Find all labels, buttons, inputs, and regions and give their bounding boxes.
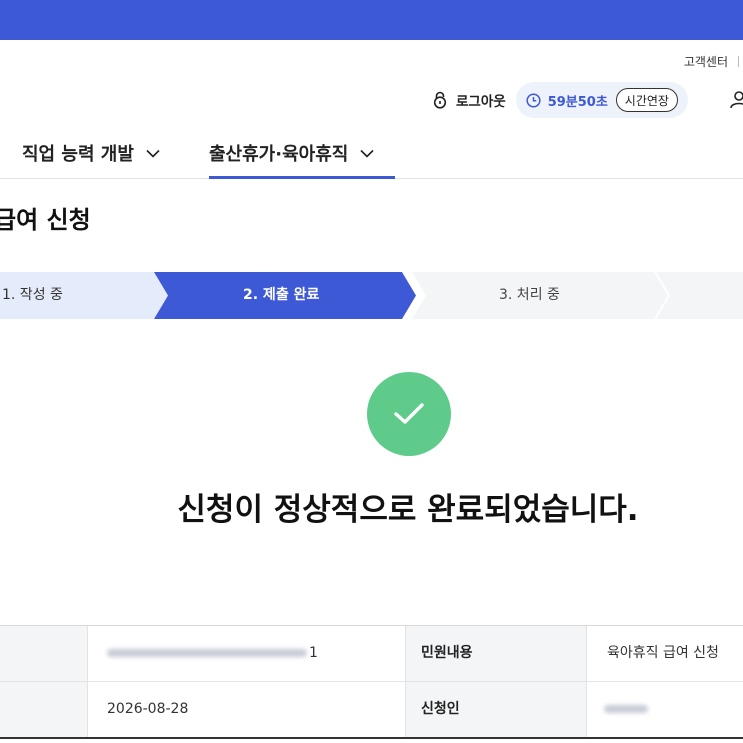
session-controls: 로그아웃 59분50초 시간연장 [432,82,688,118]
receipt-number-value: 1 [107,626,318,681]
step-1-label: 1. 작성 중 [2,287,63,303]
checkmark-icon [394,403,424,424]
table-row: 2026-08-28 신청인 [0,682,743,738]
applicant-header: 신청인 [421,701,460,717]
nav-item-job-skills[interactable]: 직업 능력 개발 [22,137,160,179]
row-header-cell [0,682,88,737]
receipt-suffix: 1 [309,645,318,661]
utility-divider [738,55,739,67]
progress-steps: 1. 작성 중 2. 제출 완료 3. 처리 중 [0,272,743,319]
steps-background [0,272,743,319]
success-badge [367,372,451,456]
logout-label: 로그아웃 [456,94,506,110]
step-3-label: 3. 처리 중 [499,287,560,303]
complaint-header: 민원내용 [421,645,473,661]
nav-item-parental-leave[interactable]: 출산휴가·육아휴직 [209,137,395,179]
row-header-cell [0,626,88,681]
top-brand-bar [0,0,743,40]
lock-icon [433,91,447,109]
application-info-table: 1 민원내용 육아휴직 급여 신청 2026-08-28 신청인 [0,625,743,738]
customer-center-link[interactable]: 고객센터 [684,53,728,70]
chevron-down-icon [360,149,374,158]
complaint-value: 육아휴직 급여 신청 [607,645,719,661]
table-row: 1 민원내용 육아휴직 급여 신청 [0,626,743,682]
clock-icon [526,92,541,108]
application-date-value: 2026-08-28 [107,701,189,717]
applicant-value [604,682,648,737]
main-nav: 직업 능력 개발 출산휴가·육아휴직 [0,137,743,179]
timer-text: 59분50초 [547,94,608,110]
step-2-label: 2. 제출 완료 [243,287,320,303]
user-icon[interactable] [730,91,743,109]
session-timer: 59분50초 시간연장 [515,82,688,118]
page-title: 급여 신청 [0,206,91,234]
bottom-divider [0,737,743,739]
extend-time-button[interactable]: 시간연장 [615,88,678,112]
chevron-down-icon [146,149,160,158]
logout-button[interactable]: 로그아웃 [432,90,506,110]
nav-label: 출산휴가·육아휴직 [209,144,349,165]
redacted-text [107,649,307,657]
nav-label: 직업 능력 개발 [22,144,134,165]
redacted-text [604,705,648,713]
utility-links: 고객센터 [684,52,743,70]
success-message: 신청이 정상적으로 완료되었습니다. [177,492,639,528]
